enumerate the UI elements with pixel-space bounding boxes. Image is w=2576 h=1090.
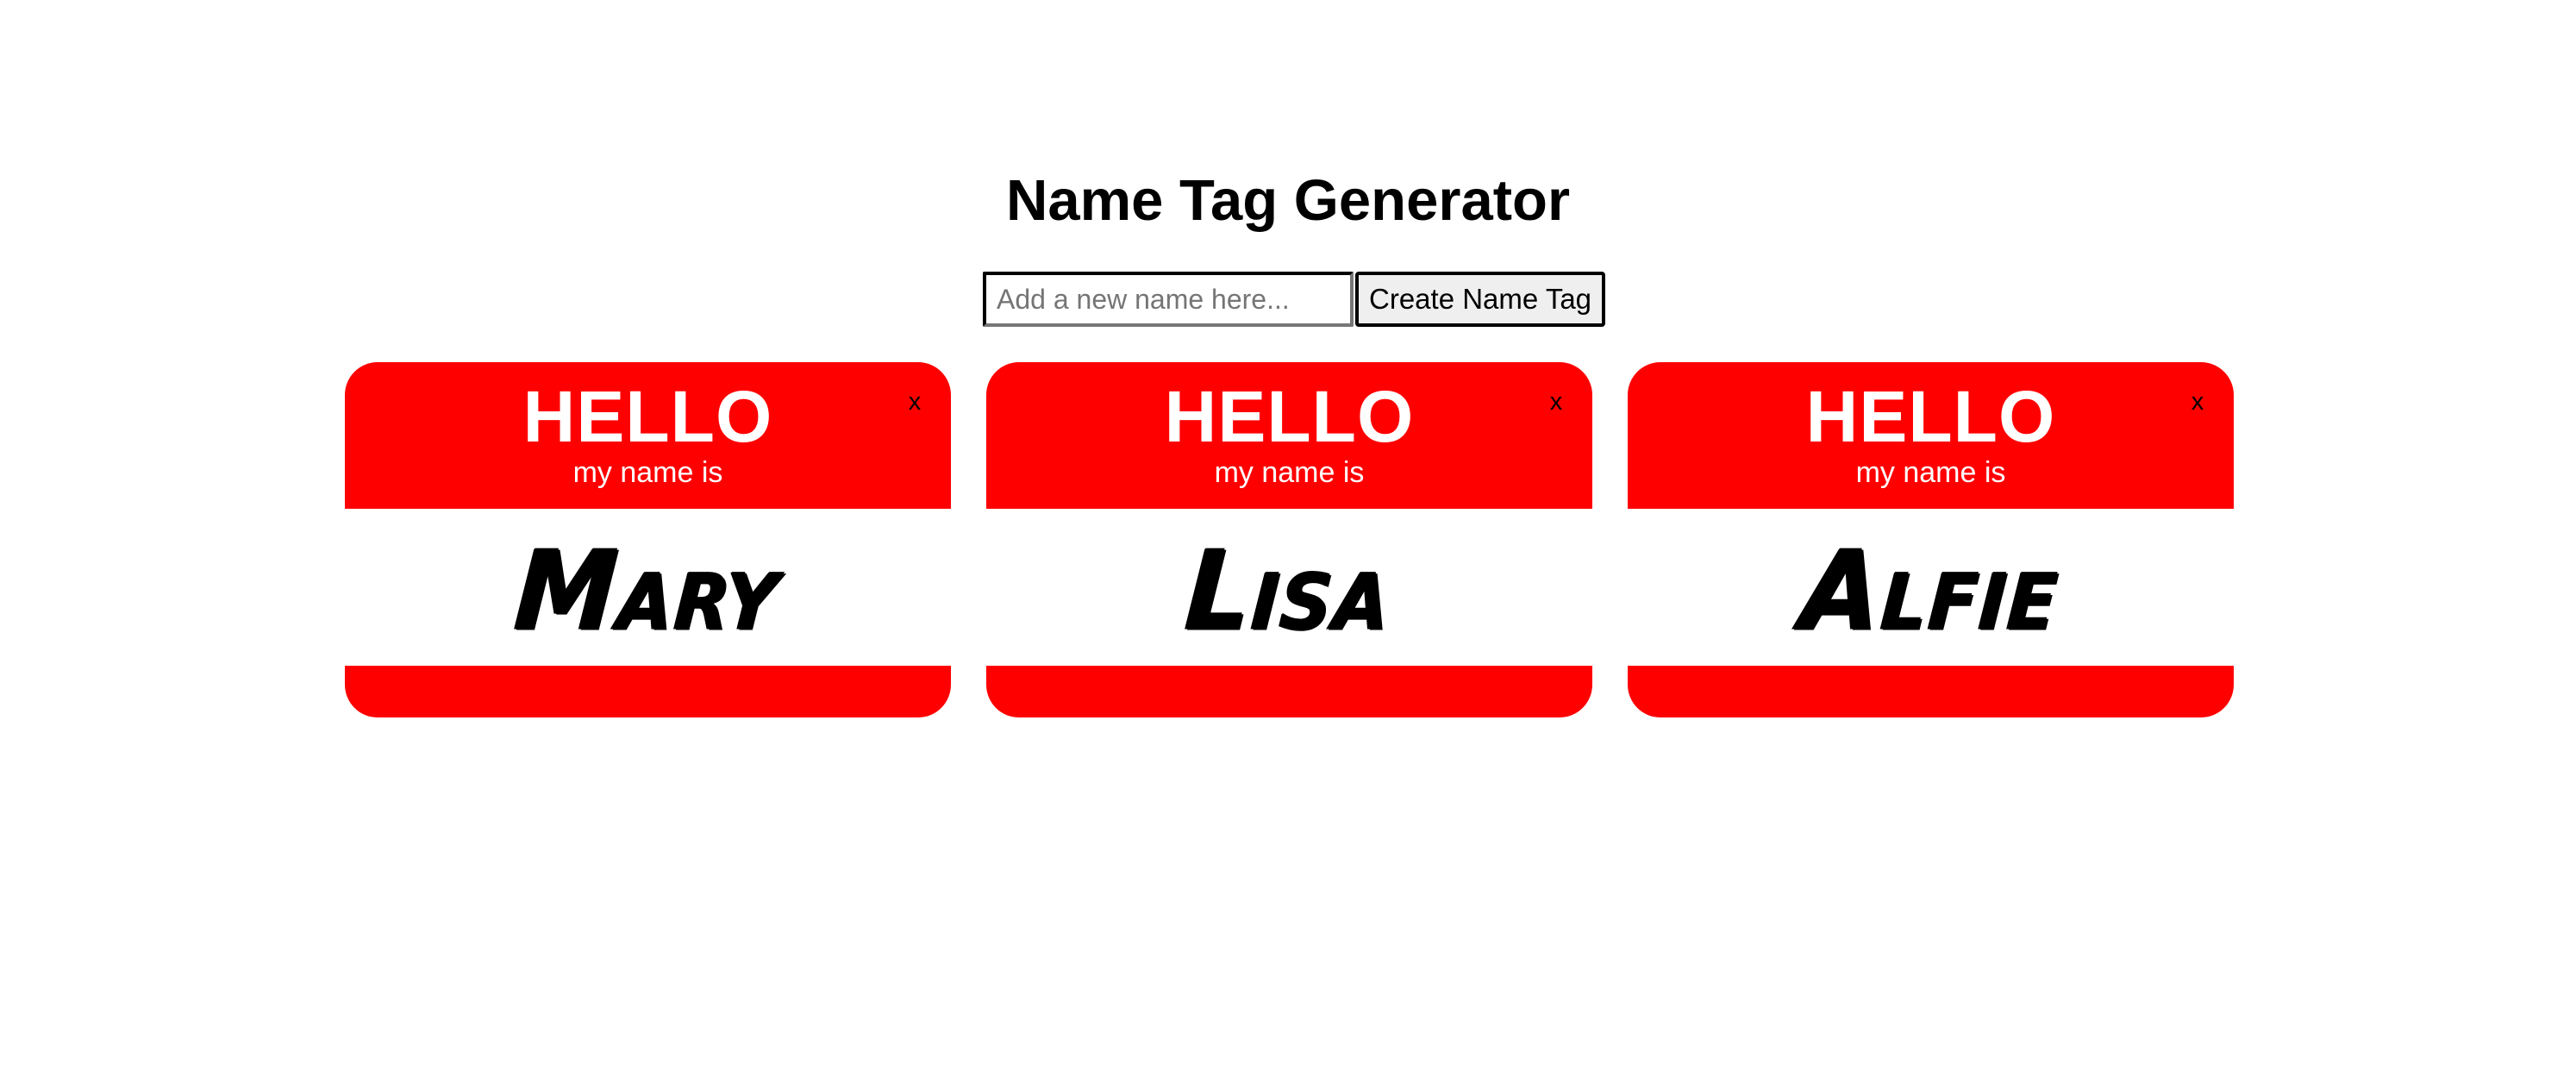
tag-name-area: Mary xyxy=(345,509,951,666)
name-tag-app: Name Tag Generator Create Name Tag HELLO… xyxy=(0,0,2576,1090)
tag-name: Mary xyxy=(511,525,785,655)
add-name-form: Create Name Tag xyxy=(983,272,1606,327)
tag-greeting: HELLO xyxy=(522,376,773,457)
create-name-tag-button[interactable]: Create Name Tag xyxy=(1355,272,1606,327)
name-tag: HELLO my name is x Lisa xyxy=(986,362,1592,717)
remove-tag-button[interactable]: x xyxy=(899,386,930,417)
tag-name: Lisa xyxy=(1182,525,1397,655)
tag-greeting: HELLO xyxy=(1805,376,2056,457)
name-input[interactable] xyxy=(983,272,1354,327)
tag-greeting: HELLO xyxy=(1164,376,1415,457)
name-tag-list: HELLO my name is x Mary HELLO my name is… xyxy=(345,362,2234,717)
tag-name: Alfie xyxy=(1797,525,2064,655)
tag-subtitle: my name is xyxy=(1214,456,1365,489)
remove-tag-button[interactable]: x xyxy=(1541,386,1572,417)
tag-header: HELLO my name is xyxy=(345,362,951,509)
tag-header: HELLO my name is xyxy=(1628,362,2234,509)
tag-name-area: Alfie xyxy=(1628,509,2234,666)
tag-subtitle: my name is xyxy=(1855,456,2006,489)
remove-tag-button[interactable]: x xyxy=(2182,386,2213,417)
tag-subtitle: my name is xyxy=(572,456,723,489)
page-title: Name Tag Generator xyxy=(1005,168,1571,233)
tag-header: HELLO my name is xyxy=(986,362,1592,509)
name-tag: HELLO my name is x Mary xyxy=(345,362,951,717)
tag-name-area: Lisa xyxy=(986,509,1592,666)
name-tag: HELLO my name is x Alfie xyxy=(1628,362,2234,717)
